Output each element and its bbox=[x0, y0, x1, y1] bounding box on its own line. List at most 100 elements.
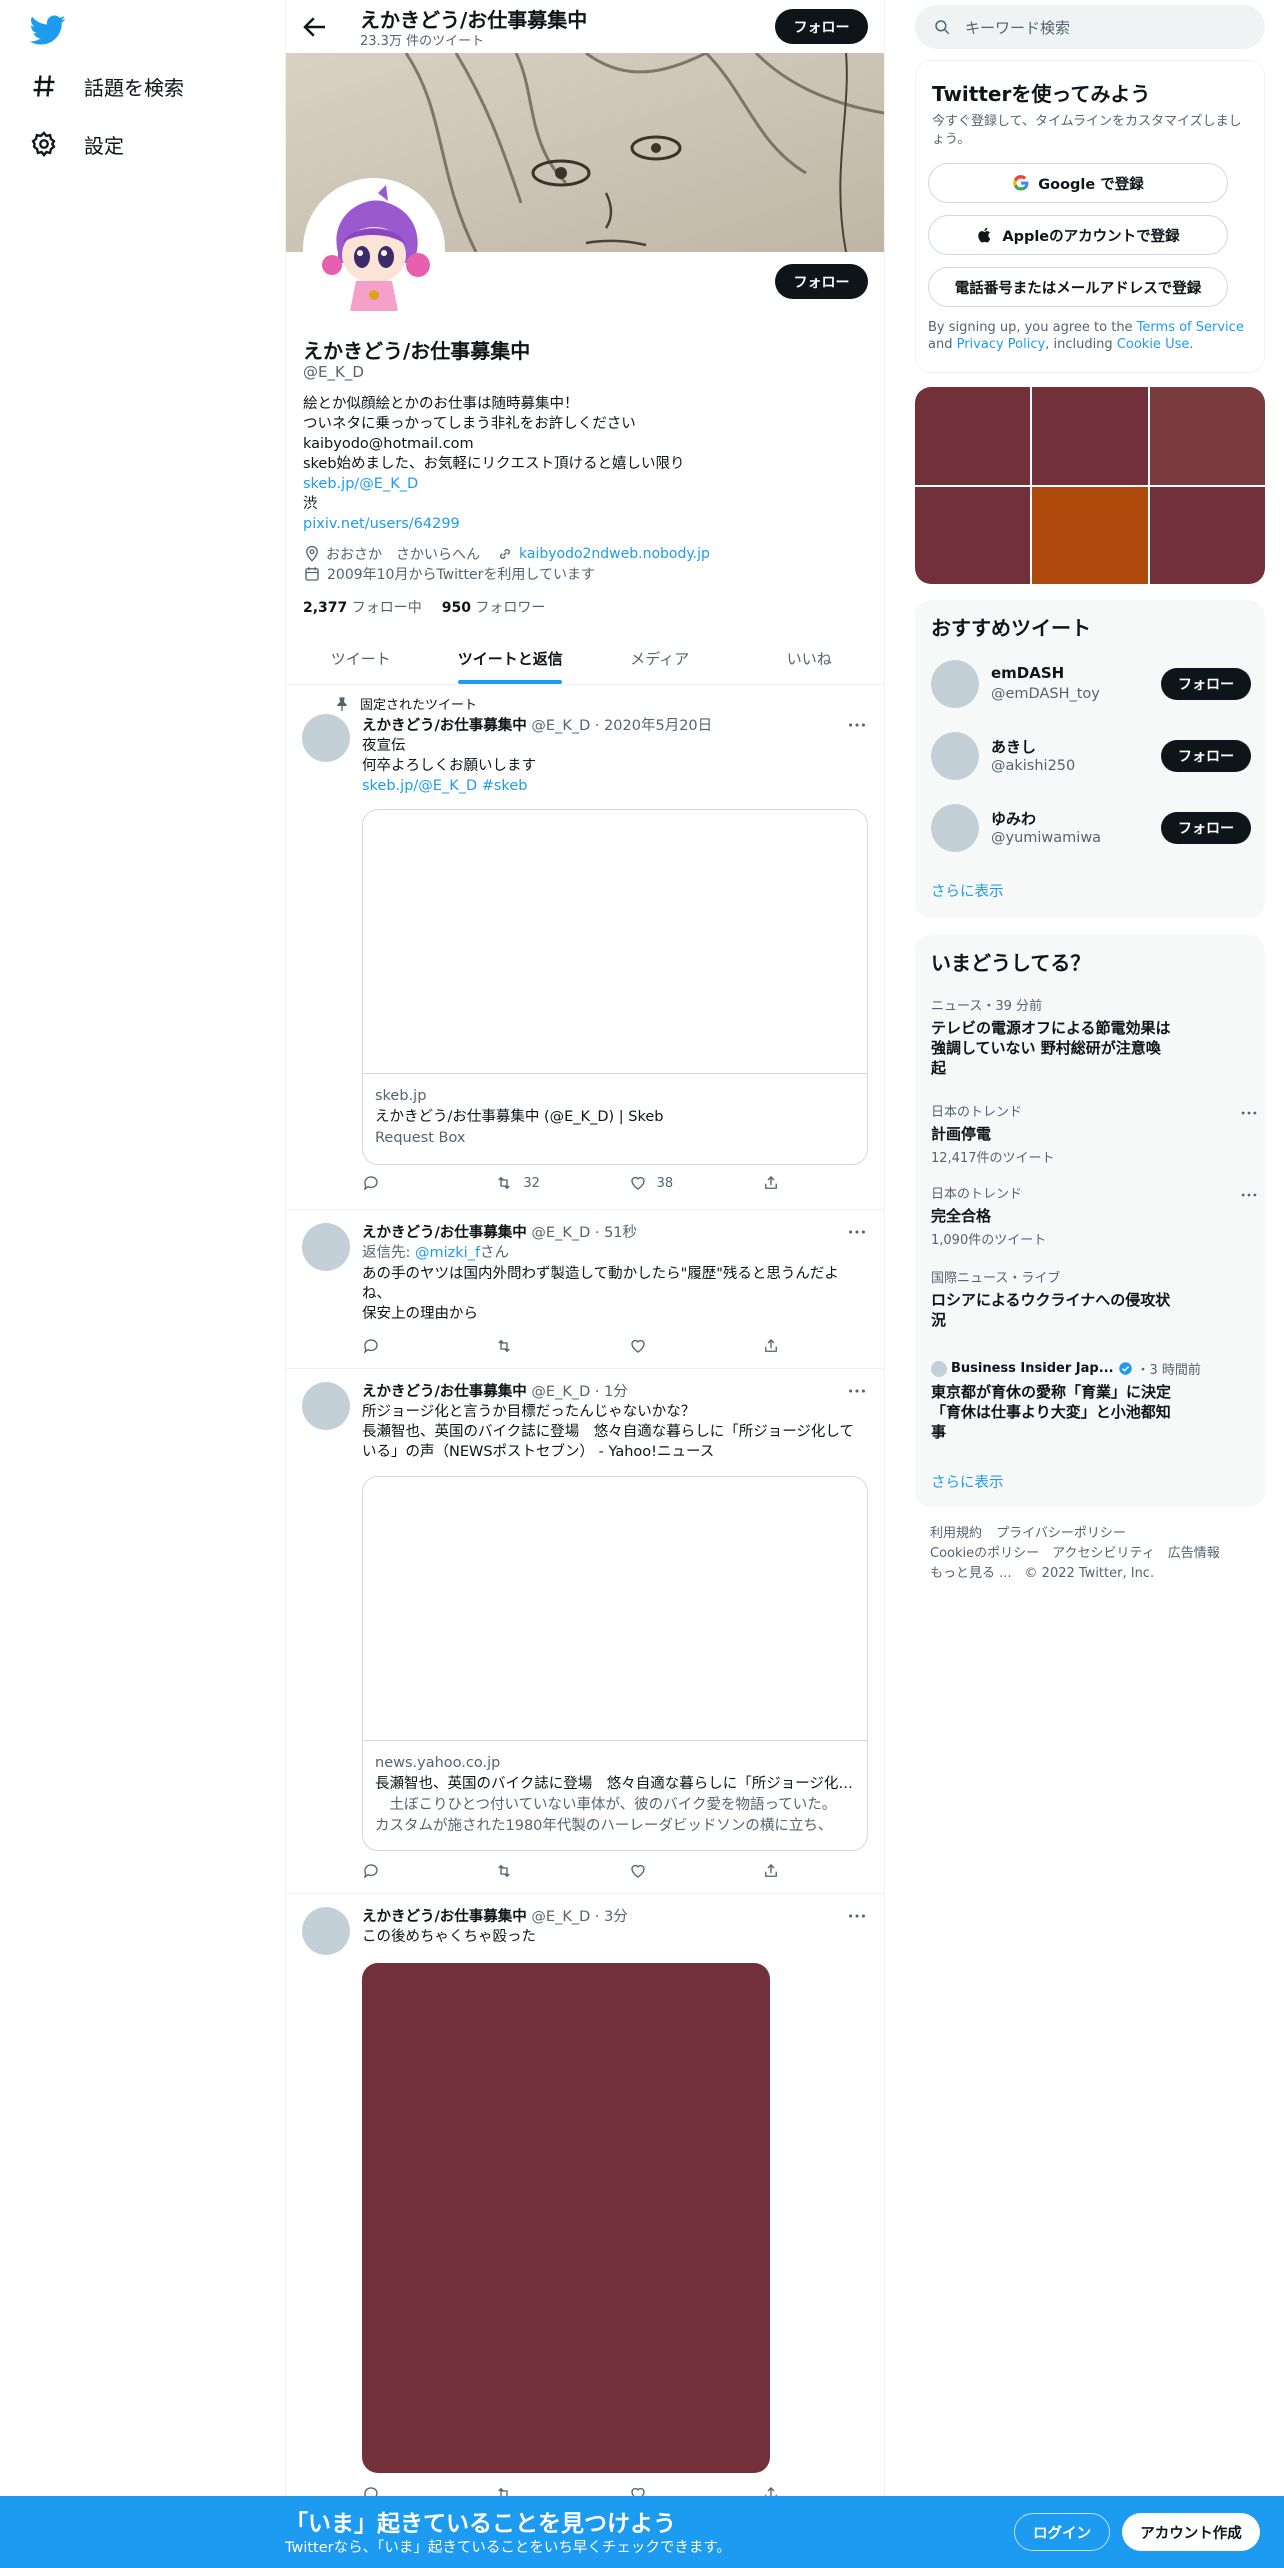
follow-button[interactable]: フォロー bbox=[1161, 668, 1251, 700]
show-more-link[interactable]: さらに表示 bbox=[931, 880, 1004, 901]
follow-button[interactable]: フォロー bbox=[1161, 740, 1251, 772]
show-more-link[interactable]: さらに表示 bbox=[931, 1471, 1004, 1492]
tweet-meta[interactable]: @E_K_D · 1分 bbox=[531, 1384, 627, 1400]
recommended-user[interactable]: emDASH @emDASH_toy フォロー bbox=[931, 654, 1251, 714]
header-follow-button[interactable]: フォロー bbox=[775, 9, 868, 44]
tweet[interactable]: えかきどう/お仕事募集中 @E_K_D · 3分 この後めちゃくちゃ殴った bbox=[286, 1895, 884, 2515]
tweet-header: えかきどう/お仕事募集中 @E_K_D · 3分 bbox=[362, 1905, 628, 1926]
link-card[interactable]: skeb.jp えかきどう/お仕事募集中 (@E_K_D) | Skeb Req… bbox=[362, 809, 868, 1165]
create-account-button[interactable]: アカウント作成 bbox=[1122, 2513, 1260, 2551]
tweet-media-image[interactable] bbox=[362, 1963, 770, 2473]
followers-link[interactable]: 950 フォロワー bbox=[442, 597, 546, 617]
tweet-meta[interactable]: @E_K_D · 3分 bbox=[531, 1909, 627, 1925]
tab-tweets[interactable]: ツイート bbox=[286, 632, 436, 684]
privacy-link[interactable]: Privacy Policy bbox=[957, 337, 1046, 352]
reply-to-link[interactable]: @mizki_f bbox=[415, 1245, 480, 1261]
footer-more[interactable]: もっと見る ... bbox=[930, 1566, 1012, 1581]
retweet-button[interactable]: 32 bbox=[495, 1174, 595, 1192]
nav-settings[interactable]: 設定 bbox=[30, 122, 124, 166]
trend-item[interactable]: 国際ニュース・ライブ ロシアによるウクライナへの侵攻状況 bbox=[931, 1267, 1251, 1330]
profile-website[interactable]: kaibyodo2ndweb.nobody.jp bbox=[496, 545, 710, 563]
tweet-author[interactable]: えかきどう/お仕事募集中 bbox=[362, 1384, 527, 1400]
retweet-button[interactable] bbox=[495, 1337, 595, 1355]
reply-button[interactable] bbox=[362, 1174, 462, 1192]
tweet-author[interactable]: えかきどう/お仕事募集中 bbox=[362, 1225, 527, 1241]
phone-email-signup-button[interactable]: 電話番号またはメールアドレスで登録 bbox=[928, 267, 1228, 307]
following-link[interactable]: 2,377 フォロー中 bbox=[303, 597, 422, 617]
media-thumbnail[interactable] bbox=[915, 387, 1031, 485]
trend-item[interactable]: ニュース・39 分前 テレビの電源オフによる節電効果は強調していない 野村総研が… bbox=[931, 995, 1251, 1078]
bio-skeb-link[interactable]: skeb.jp/@E_K_D bbox=[303, 474, 685, 494]
media-thumbnail[interactable] bbox=[1032, 486, 1148, 584]
avatar[interactable] bbox=[302, 714, 350, 762]
tweet[interactable]: 固定されたツイート えかきどう/お仕事募集中 @E_K_D · 2020年5月2… bbox=[286, 686, 884, 1210]
trend-title: 計画停電 bbox=[931, 1125, 992, 1143]
avatar[interactable] bbox=[302, 1907, 350, 1955]
tweet-author[interactable]: えかきどう/お仕事募集中 bbox=[362, 718, 527, 734]
media-thumbnail[interactable] bbox=[1032, 387, 1148, 485]
trend-item[interactable]: Business Insider Jap... ・3 時間前 東京都が育休の愛称… bbox=[931, 1359, 1251, 1442]
avatar[interactable] bbox=[302, 1382, 350, 1430]
tweet[interactable]: えかきどう/お仕事募集中 @E_K_D · 1分 所ジョージ化と言うか目標だった… bbox=[286, 1370, 884, 1894]
trend-source: Business Insider Jap... ・3 時間前 bbox=[931, 1359, 1251, 1378]
trend-item[interactable]: 日本のトレンド 完全合格 1,090件のツイート bbox=[931, 1183, 1257, 1248]
tweet[interactable]: えかきどう/お仕事募集中 @E_K_D · 51秒 返信先: @mizki_fさ… bbox=[286, 1211, 884, 1369]
footer-cookie[interactable]: Cookieのポリシー bbox=[930, 1546, 1039, 1561]
media-thumbnail[interactable] bbox=[1149, 387, 1265, 485]
link-card[interactable]: news.yahoo.co.jp 長瀬智也、英国のバイク誌に登場 悠々自適な暮ら… bbox=[362, 1476, 868, 1851]
login-button[interactable]: ログイン bbox=[1014, 2513, 1110, 2551]
follow-button[interactable]: フォロー bbox=[1161, 812, 1251, 844]
search-box[interactable]: キーワード検索 bbox=[915, 5, 1265, 49]
avatar[interactable] bbox=[302, 1223, 350, 1271]
like-button[interactable] bbox=[629, 1337, 729, 1355]
trend-item[interactable]: 日本のトレンド 計画停電 12,417件のツイート bbox=[931, 1101, 1257, 1166]
footer-terms[interactable]: 利用規約 bbox=[930, 1526, 982, 1541]
recommended-user[interactable]: ゆみわ @yumiwamiwa フォロー bbox=[931, 798, 1251, 858]
tab-media[interactable]: メディア bbox=[585, 632, 735, 684]
signup-panel: Twitterを使ってみよう 今すぐ登録して、タイムラインをカスタマイズしましょ… bbox=[915, 60, 1265, 373]
tab-likes[interactable]: いいね bbox=[735, 632, 885, 684]
footer-privacy[interactable]: プライバシーポリシー bbox=[996, 1526, 1126, 1541]
avatar[interactable] bbox=[931, 732, 979, 780]
media-thumbnail[interactable] bbox=[915, 486, 1031, 584]
reply-button[interactable] bbox=[362, 1337, 462, 1355]
apple-signup-button[interactable]: Appleのアカウントで登録 bbox=[928, 215, 1228, 255]
recommended-user[interactable]: あきし @akishi250 フォロー bbox=[931, 726, 1251, 786]
more-dots-icon[interactable] bbox=[846, 1221, 868, 1243]
tweet-meta[interactable]: @E_K_D · 2020年5月20日 bbox=[531, 718, 712, 734]
profile-name: えかきどう/お仕事募集中 bbox=[303, 339, 531, 363]
trend-title: ロシアによるウクライナへの侵攻状況 bbox=[931, 1291, 1171, 1329]
more-dots-icon[interactable] bbox=[1239, 1185, 1259, 1205]
more-dots-icon[interactable] bbox=[846, 1380, 868, 1402]
more-dots-icon[interactable] bbox=[1239, 1103, 1259, 1123]
tab-tweets-and-replies[interactable]: ツイートと返信 bbox=[436, 632, 586, 684]
share-button[interactable] bbox=[762, 1174, 782, 1192]
tweet-meta[interactable]: @E_K_D · 51秒 bbox=[531, 1225, 637, 1241]
media-thumbnail[interactable] bbox=[1149, 486, 1265, 584]
tweet-author[interactable]: えかきどう/お仕事募集中 bbox=[362, 1909, 527, 1925]
terms-link[interactable]: Terms of Service bbox=[1137, 320, 1244, 335]
avatar[interactable] bbox=[931, 660, 979, 708]
profile-avatar[interactable] bbox=[303, 178, 445, 320]
share-button[interactable] bbox=[762, 1337, 782, 1355]
retweet-button[interactable] bbox=[495, 1862, 595, 1880]
website-link[interactable]: kaibyodo2ndweb.nobody.jp bbox=[519, 546, 710, 562]
search-input[interactable]: キーワード検索 bbox=[965, 17, 1070, 38]
footer-accessibility[interactable]: アクセシビリティ bbox=[1052, 1546, 1155, 1561]
reply-button[interactable] bbox=[362, 1862, 462, 1880]
bio-pixiv-link[interactable]: pixiv.net/users/64299 bbox=[303, 514, 685, 534]
footer-ads[interactable]: 広告情報 bbox=[1168, 1546, 1220, 1561]
like-button[interactable]: 38 bbox=[629, 1174, 729, 1192]
profile-follow-button[interactable]: フォロー bbox=[775, 264, 868, 299]
share-button[interactable] bbox=[762, 1862, 782, 1880]
back-arrow-icon[interactable] bbox=[300, 12, 330, 42]
like-button[interactable] bbox=[629, 1862, 729, 1880]
google-signup-button[interactable]: Google で登録 bbox=[928, 163, 1228, 203]
tweet-link[interactable]: skeb.jp/@E_K_D #skeb bbox=[362, 776, 862, 796]
avatar[interactable] bbox=[931, 804, 979, 852]
more-dots-icon[interactable] bbox=[846, 1905, 868, 1927]
more-dots-icon[interactable] bbox=[846, 714, 868, 736]
nav-explore[interactable]: 話題を検索 bbox=[30, 64, 184, 108]
cookie-link[interactable]: Cookie Use bbox=[1117, 337, 1190, 352]
twitter-logo-icon[interactable] bbox=[30, 12, 66, 48]
